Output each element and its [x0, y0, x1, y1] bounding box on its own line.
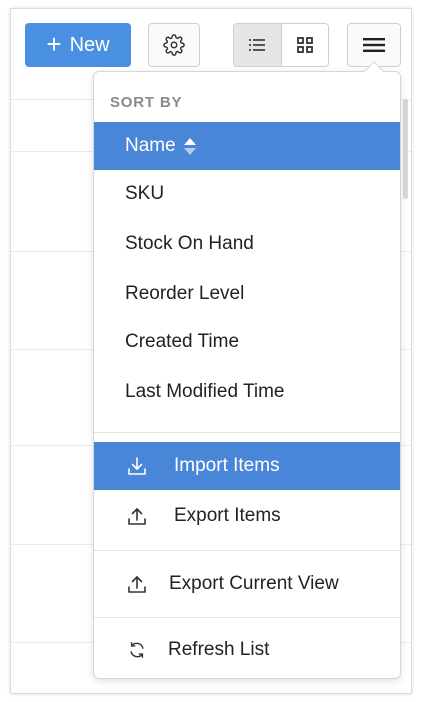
- settings-button[interactable]: [148, 23, 200, 67]
- new-button-label: New: [69, 33, 110, 56]
- sort-option-reorder-level[interactable]: Reorder Level: [94, 270, 400, 318]
- action-label: Export Current View: [169, 573, 339, 594]
- action-label: Refresh List: [168, 639, 270, 660]
- sort-option-last-modified-time[interactable]: Last Modified Time: [94, 368, 400, 416]
- sort-option-label: Last Modified Time: [125, 381, 285, 402]
- plus-icon: +: [46, 28, 62, 59]
- sort-option-name[interactable]: Name: [94, 122, 400, 170]
- sort-by-header: SORT BY: [110, 94, 183, 111]
- gear-icon: [163, 34, 185, 56]
- sort-option-label: Created Time: [125, 331, 240, 352]
- action-label: Export Items: [174, 505, 281, 526]
- view-toggle: [233, 23, 329, 67]
- sort-option-label: Stock On Hand: [125, 233, 254, 254]
- import-items-option[interactable]: Import Items: [94, 442, 400, 490]
- export-icon: [126, 505, 148, 527]
- sort-option-label: SKU: [125, 183, 165, 204]
- sort-option-created-time[interactable]: Created Time: [94, 318, 400, 366]
- grid-view-icon: [296, 37, 313, 53]
- menu-divider: [94, 432, 400, 433]
- grid-view-button[interactable]: [281, 24, 328, 66]
- sort-option-label: Name: [125, 135, 176, 156]
- action-label: Import Items: [174, 455, 280, 476]
- list-view-icon: [249, 39, 266, 51]
- sort-option-stock-on-hand[interactable]: Stock On Hand: [94, 220, 400, 268]
- sort-and-actions-menu: SORT BY Name SKU Stock On Hand Reorder L…: [93, 71, 401, 679]
- menu-divider: [94, 550, 400, 551]
- refresh-icon: [126, 639, 148, 661]
- new-button[interactable]: + New: [25, 23, 131, 67]
- app-window: + New SORT BY Name SKU Stock On Hand Reo…: [10, 8, 412, 694]
- export-items-option[interactable]: Export Items: [94, 492, 400, 540]
- list-view-button[interactable]: [234, 24, 282, 66]
- hamburger-menu-icon: [363, 38, 385, 52]
- menu-divider: [94, 617, 400, 618]
- refresh-list-option[interactable]: Refresh List: [94, 626, 400, 674]
- sort-option-label: Reorder Level: [125, 283, 245, 304]
- import-icon: [126, 455, 148, 477]
- sort-direction-icon: [183, 137, 196, 155]
- export-current-view-option[interactable]: Export Current View: [94, 560, 400, 608]
- export-icon: [126, 573, 148, 595]
- sort-option-sku[interactable]: SKU: [94, 170, 400, 218]
- scrollbar[interactable]: [403, 99, 408, 199]
